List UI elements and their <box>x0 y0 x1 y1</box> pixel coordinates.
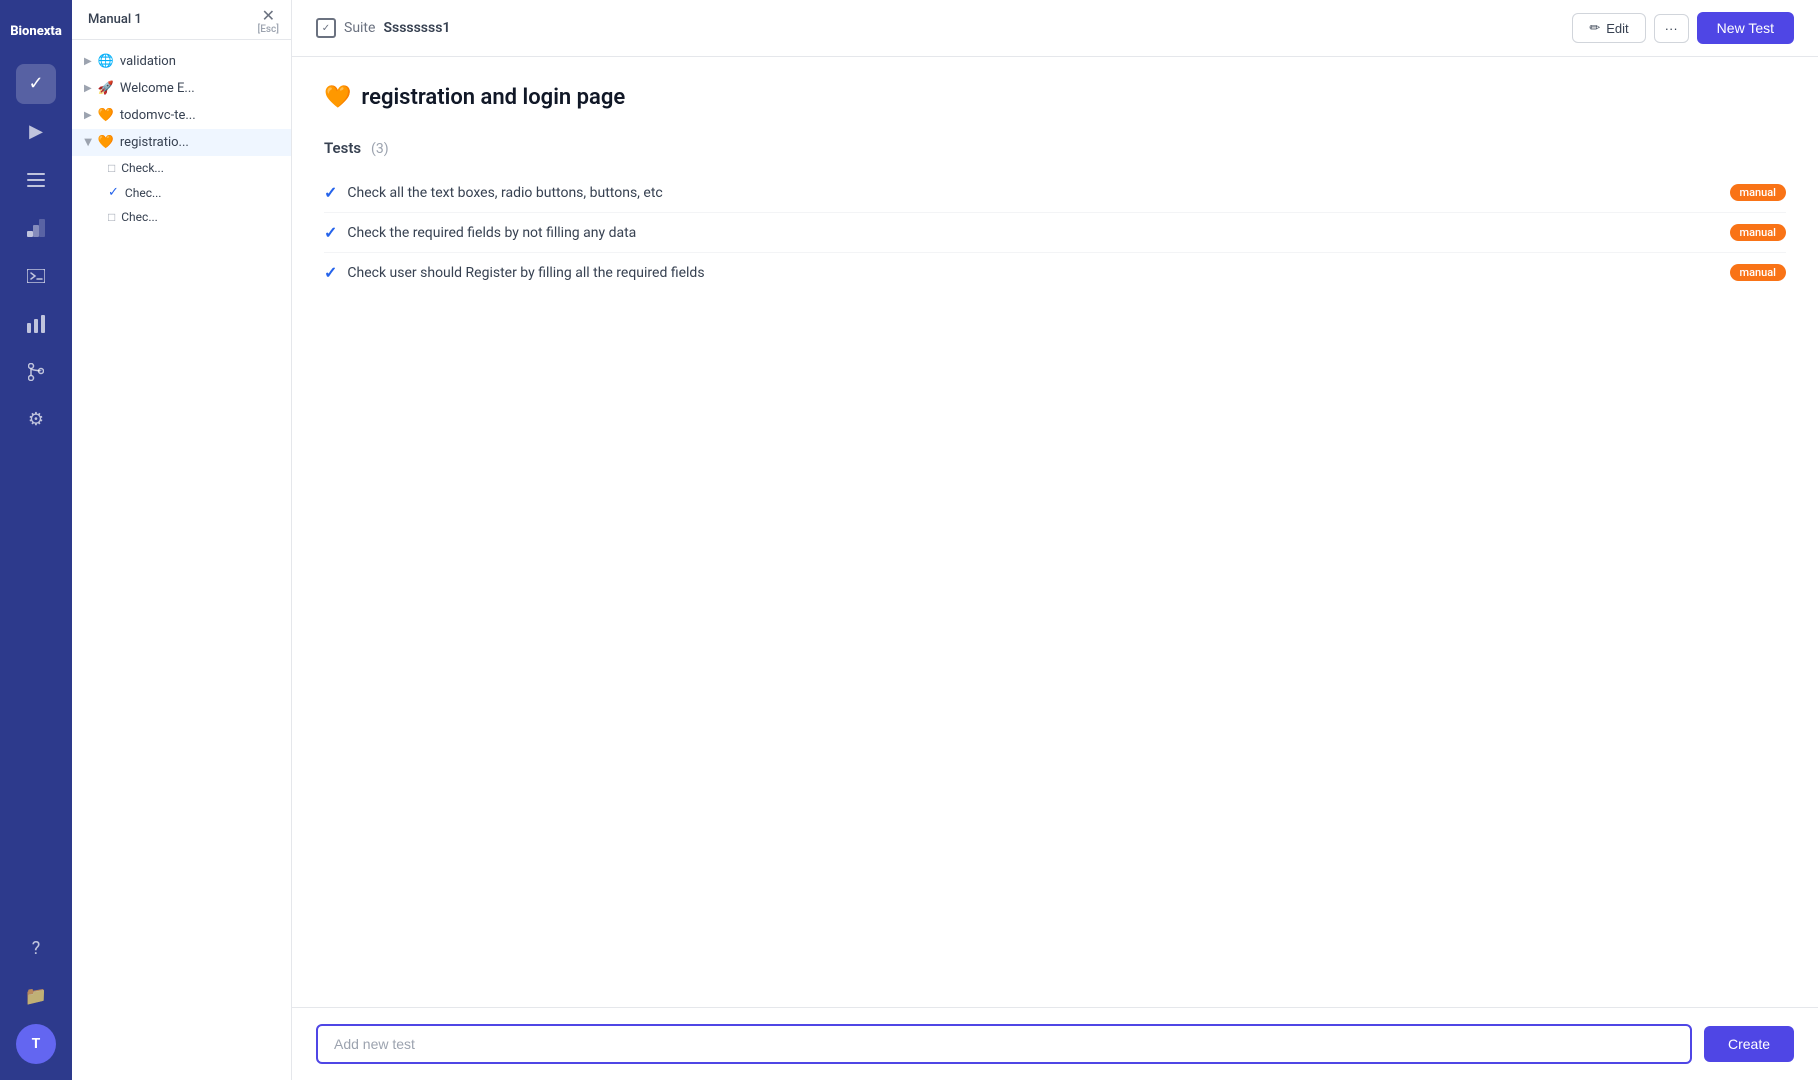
suite-checkbox-icon: ✓ <box>316 18 336 38</box>
page-body: 🧡 registration and login page Tests (3) … <box>292 57 1818 1007</box>
sidebar-sub-item-check1[interactable]: □ Check... <box>72 156 291 180</box>
ellipsis-icon: ··· <box>1665 21 1678 36</box>
test-item-3[interactable]: ✓ Check user should Register by filling … <box>324 253 1786 292</box>
breadcrumb-suite-name: Ssssssss1 <box>383 20 450 36</box>
nav-user-avatar[interactable]: T <box>16 1024 56 1064</box>
sub-item-label-check1: Check... <box>121 161 164 175</box>
chevron-down-icon: ▶ <box>82 139 93 147</box>
test-badge-2: manual <box>1730 224 1787 241</box>
nav-play-icon[interactable]: ▶ <box>16 112 56 152</box>
close-esc-label: [Esc] <box>258 24 279 35</box>
test-item-2[interactable]: ✓ Check the required fields by not filli… <box>324 213 1786 253</box>
sidebar-item-welcome[interactable]: ▶ 🚀 Welcome E... <box>72 75 291 102</box>
sidebar-title: Manual 1 <box>88 12 142 27</box>
chevron-right-icon3: ▶ <box>84 110 92 121</box>
sidebar-item-validation[interactable]: ▶ 🌐 validation <box>72 48 291 75</box>
tests-list: ✓ Check all the text boxes, radio button… <box>324 173 1786 292</box>
add-test-input[interactable] <box>316 1024 1692 1064</box>
tests-label: Tests <box>324 139 361 157</box>
sidebar-item-label-registration: registratio... <box>120 135 189 150</box>
nav-terminal-icon[interactable] <box>16 256 56 296</box>
test-check-icon-3: ✓ <box>324 263 337 282</box>
new-test-button[interactable]: New Test <box>1697 12 1794 44</box>
test-badge-3: manual <box>1730 264 1787 281</box>
chevron-right-icon: ▶ <box>84 56 92 67</box>
nav-list-icon[interactable] <box>16 160 56 200</box>
nav-check-icon[interactable]: ✓ <box>16 64 56 104</box>
nav-folder-icon[interactable]: 📁 <box>16 976 56 1016</box>
todomvc-emoji: 🧡 <box>98 108 114 123</box>
page-title-emoji: 🧡 <box>324 85 351 110</box>
test-badge-1: manual <box>1730 184 1787 201</box>
sidebar-sub-item-check3[interactable]: □ Chec... <box>72 205 291 229</box>
bottom-bar: Create <box>292 1007 1818 1080</box>
nav-settings-icon[interactable]: ⚙ <box>16 400 56 440</box>
sidebar-close-button[interactable]: ✕ [Esc] <box>258 8 279 35</box>
checkbox-empty-icon: □ <box>108 161 115 175</box>
welcome-emoji: 🚀 <box>98 81 114 96</box>
test-item-1[interactable]: ✓ Check all the text boxes, radio button… <box>324 173 1786 213</box>
nav-bar: Bionexta ✓ ▶ ⚙ ? 📁 T <box>0 0 72 1080</box>
sidebar-item-label-todomvc: todomvc-te... <box>120 108 196 123</box>
edit-button[interactable]: ✏ Edit <box>1572 13 1645 43</box>
sidebar-item-label-welcome: Welcome E... <box>120 81 195 96</box>
sidebar-header: Manual 1 ✕ [Esc] <box>72 0 291 40</box>
sidebar-item-registration[interactable]: ▶ 🧡 registratio... <box>72 129 291 156</box>
breadcrumb: ✓ Suite Ssssssss1 <box>316 18 450 38</box>
header-actions: ✏ Edit ··· New Test <box>1572 12 1794 44</box>
main-header: ✓ Suite Ssssssss1 ✏ Edit ··· New Test <box>292 0 1818 57</box>
validation-emoji: 🌐 <box>98 54 114 69</box>
nav-steps-icon[interactable] <box>16 208 56 248</box>
edit-pencil-icon: ✏ <box>1589 20 1600 36</box>
nav-branch-icon[interactable] <box>16 352 56 392</box>
create-button[interactable]: Create <box>1704 1026 1794 1062</box>
sidebar-items: ▶ 🌐 validation ▶ 🚀 Welcome E... ▶ 🧡 todo… <box>72 40 291 1080</box>
chevron-right-icon2: ▶ <box>84 83 92 94</box>
main-content: ✓ Suite Ssssssss1 ✏ Edit ··· New Test 🧡 … <box>292 0 1818 1080</box>
test-label-1: Check all the text boxes, radio buttons,… <box>347 185 1719 201</box>
page-title: 🧡 registration and login page <box>324 85 1786 110</box>
test-label-3: Check user should Register by filling al… <box>347 265 1719 281</box>
more-options-button[interactable]: ··· <box>1654 14 1689 43</box>
tests-count: (3) <box>371 141 389 157</box>
test-check-icon-2: ✓ <box>324 223 337 242</box>
test-label-2: Check the required fields by not filling… <box>347 225 1719 241</box>
nav-help-icon[interactable]: ? <box>16 928 56 968</box>
sidebar-sub-item-check2[interactable]: ✓ Chec... <box>72 180 291 205</box>
test-check-icon-1: ✓ <box>324 183 337 202</box>
nav-chart-icon[interactable] <box>16 304 56 344</box>
sidebar: Manual 1 ✕ [Esc] ▶ 🌐 validation ▶ 🚀 Welc… <box>72 0 292 1080</box>
checkmark-icon: ✓ <box>108 185 119 200</box>
sub-item-label-check2: Chec... <box>125 186 162 200</box>
sidebar-item-todomvc[interactable]: ▶ 🧡 todomvc-te... <box>72 102 291 129</box>
app-logo: Bionexta <box>6 16 66 48</box>
sub-item-label-check3: Chec... <box>121 210 158 224</box>
breadcrumb-suite-label: Suite <box>344 20 375 36</box>
registration-emoji: 🧡 <box>98 135 114 150</box>
page-title-text: registration and login page <box>361 85 625 110</box>
checkbox-empty-icon2: □ <box>108 210 115 224</box>
tests-section-header: Tests (3) <box>324 138 1786 157</box>
close-x-icon: ✕ <box>262 8 275 24</box>
sidebar-item-label-validation: validation <box>120 54 176 69</box>
